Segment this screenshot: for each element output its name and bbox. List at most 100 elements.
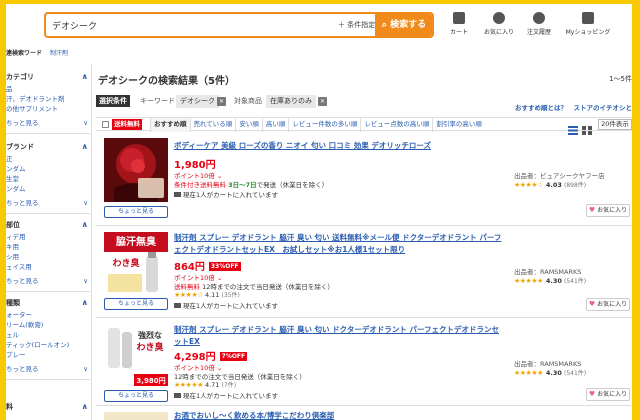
product-name-link[interactable]: ボディーケア 美級 ローズの香り ニオイ 匂い 口コミ 効果 デオリッチローズ <box>174 140 504 152</box>
shipping-label: 条件付き送料無料 <box>174 181 226 189</box>
favorite-button[interactable]: ♥ お気に入り <box>586 388 630 401</box>
cart-status: 現在1人がカートに入れています <box>174 300 278 310</box>
sidebar-more-link[interactable]: ちっと見る <box>6 277 39 285</box>
conditions-tag: 選択条件 <box>96 95 130 107</box>
thumb-text: わき臭 <box>112 257 140 269</box>
sort-option[interactable]: 安い順 <box>235 118 262 132</box>
thumb-text: わき臭 <box>136 341 164 353</box>
chevron-up-icon[interactable]: ∧ <box>82 298 89 307</box>
sidebar-brand: ブランド ∧ 正 ンダム 生堂 ンダム ちっと見る ∨ <box>6 142 90 214</box>
sidebar-item[interactable]: 品 <box>6 84 90 94</box>
sidebar-item[interactable]: ェイス用 <box>6 262 90 272</box>
seller-name[interactable]: 出品者：RAMSMARKS <box>514 358 581 368</box>
close-icon[interactable]: ✕ <box>318 97 327 106</box>
seller-score: 4.30 <box>545 369 562 377</box>
sidebar-item[interactable]: リーム(軟膏) <box>6 320 90 330</box>
cart-icon <box>174 303 181 308</box>
header-my-shopping[interactable]: Myショッピング <box>558 12 618 36</box>
review-count: (7件) <box>221 382 237 389</box>
review-rating[interactable]: ★★★★☆ 4.11 (35件) <box>174 290 240 299</box>
favorite-label: お気に入り <box>597 301 628 308</box>
sidebar-item[interactable]: の他サプリメント <box>6 104 90 114</box>
header-history-label: 注文履歴 <box>526 29 551 36</box>
list-view-icon[interactable] <box>568 120 578 135</box>
seller-name[interactable]: 出品者：ピュアシークヤフー店 <box>514 170 605 180</box>
sidebar-item[interactable]: ェル <box>6 330 90 340</box>
sidebar-item[interactable]: ィデ用 <box>6 232 90 242</box>
count-select[interactable]: 20件表示 <box>598 119 632 130</box>
product-name-link[interactable]: お酒でおいし〜く飲める本/博学こだわり倶楽部 <box>174 410 504 420</box>
cart-icon <box>453 12 465 24</box>
cart-status-text: 現在1人がカートに入れています <box>183 392 278 400</box>
product-image[interactable]: 強烈な わき臭 3,980円 <box>104 324 168 388</box>
star-icons: ★★★★☆ <box>514 181 543 189</box>
recommend-links[interactable]: おすすめ順とは？ ストアのイチオシと <box>515 102 632 112</box>
sidebar-item[interactable]: ティック(ロールオン) <box>6 340 90 350</box>
free-shipping-checkbox[interactable] <box>102 121 109 128</box>
chevron-down-icon[interactable]: ∨ <box>83 197 88 209</box>
header-history[interactable]: 注文履歴 <box>518 12 560 36</box>
sidebar-item[interactable]: 汗、デオドラント剤 <box>6 94 90 104</box>
search-button-label: 検索する <box>390 20 427 30</box>
sidebar-item[interactable]: プレー <box>6 350 90 360</box>
product-price: 1,980円 <box>174 156 216 171</box>
favorite-button[interactable]: ♥ お気に入り <box>586 298 630 311</box>
header-favorites[interactable]: お気に入り <box>478 12 520 36</box>
sort-option[interactable]: おすすめ順 <box>150 118 190 132</box>
review-rating[interactable]: ★★★★★ 4.71 (7件) <box>174 380 236 389</box>
sidebar-item[interactable]: 生堂 <box>6 174 90 184</box>
sidebar-more-link[interactable]: ちっと見る <box>6 119 39 127</box>
chevron-up-icon[interactable]: ∧ <box>82 72 89 81</box>
sidebar: カテゴリ ∧ 品 汗、デオドラント剤 の他サプリメント ちっと見る ∨ ブランド ∧ … <box>6 64 92 420</box>
related-word-link[interactable]: 制汗剤 <box>50 50 68 57</box>
condition-link[interactable]: ＋ 条件指定 <box>338 20 375 30</box>
sidebar-item[interactable]: ンダム <box>6 164 90 174</box>
shipping-days: 3日〜7日 <box>228 181 257 189</box>
sort-option[interactable]: 割引率の高い順 <box>432 118 485 132</box>
chevron-up-icon[interactable]: ∧ <box>82 402 89 411</box>
review-score: 4.11 <box>204 291 220 299</box>
thumb-text: 3,980円 <box>136 377 165 385</box>
sidebar-more-link[interactable]: ちっと見る <box>6 365 39 373</box>
grid-view-icon[interactable] <box>582 120 592 135</box>
product-image[interactable] <box>104 138 168 202</box>
product-price: 864円 33%OFF <box>174 258 241 273</box>
sidebar-item[interactable]: ンダム <box>6 184 90 194</box>
favorite-button[interactable]: ♥ お気に入り <box>586 204 630 217</box>
target-label: 対象商品 <box>234 97 262 105</box>
review-score: 4.71 <box>204 381 220 389</box>
sort-option[interactable]: 売れている順 <box>189 118 236 132</box>
star-icons: ★★★★☆ <box>174 291 203 299</box>
sidebar-more-link[interactable]: ちっと見る <box>6 199 39 207</box>
sidebar-item[interactable]: キ用 <box>6 242 90 252</box>
sort-option[interactable]: 高い順 <box>261 118 289 132</box>
close-icon[interactable]: ✕ <box>217 97 226 106</box>
keyword-chip: デオシーク <box>176 95 219 108</box>
related-words-bar: 連検索ワード 制汗剤 <box>6 48 74 57</box>
quick-look-button[interactable]: ちょっと見る <box>104 206 168 218</box>
quick-look-button[interactable]: ちょっと見る <box>104 390 168 402</box>
search-button[interactable]: ⌕ 検索する <box>375 14 432 36</box>
sort-option[interactable]: レビュー点数の高い順 <box>360 118 432 132</box>
chevron-up-icon[interactable]: ∧ <box>82 142 89 151</box>
results-main: デオシークの検索結果（5件） 1～5件 選択条件 キーワード デオシーク ✕ 対… <box>96 64 632 420</box>
product-name-link[interactable]: 制汗剤 スプレー デオドラント 脇汗 臭い 匂い ドクターデオドラント パーフェ… <box>174 324 504 348</box>
chevron-down-icon[interactable]: ∨ <box>83 275 88 287</box>
sidebar-item[interactable]: 正 <box>6 154 90 164</box>
yellow-frame: ＋ 条件指定 ⌕ 検索する カート お気に入り 注文履歴 Myショッピング 連検… <box>0 0 640 420</box>
seller-name[interactable]: 出品者：RAMSMARKS <box>514 266 581 276</box>
quick-look-button[interactable]: ちょっと見る <box>104 298 168 310</box>
cart-icon <box>174 192 181 197</box>
search-input[interactable] <box>52 14 312 36</box>
product-name-link[interactable]: 制汗剤 スプレー デオドラント 脇汗 臭い 匂い 送料無料※メール便 ドクターデ… <box>174 232 504 256</box>
chevron-up-icon[interactable]: ∧ <box>82 220 89 229</box>
sidebar-item[interactable]: シ用 <box>6 252 90 262</box>
chevron-down-icon[interactable]: ∨ <box>83 117 88 129</box>
sidebar-item[interactable]: ォーター <box>6 310 90 320</box>
sort-option[interactable]: レビュー件数の多い順 <box>288 118 360 132</box>
product-image[interactable]: 脇汗無臭 わき臭 <box>104 232 168 296</box>
heart-icon: ♥ <box>588 300 596 308</box>
product-image[interactable] <box>104 412 168 420</box>
header-cart[interactable]: カート <box>438 12 480 36</box>
chevron-down-icon[interactable]: ∨ <box>83 363 88 375</box>
